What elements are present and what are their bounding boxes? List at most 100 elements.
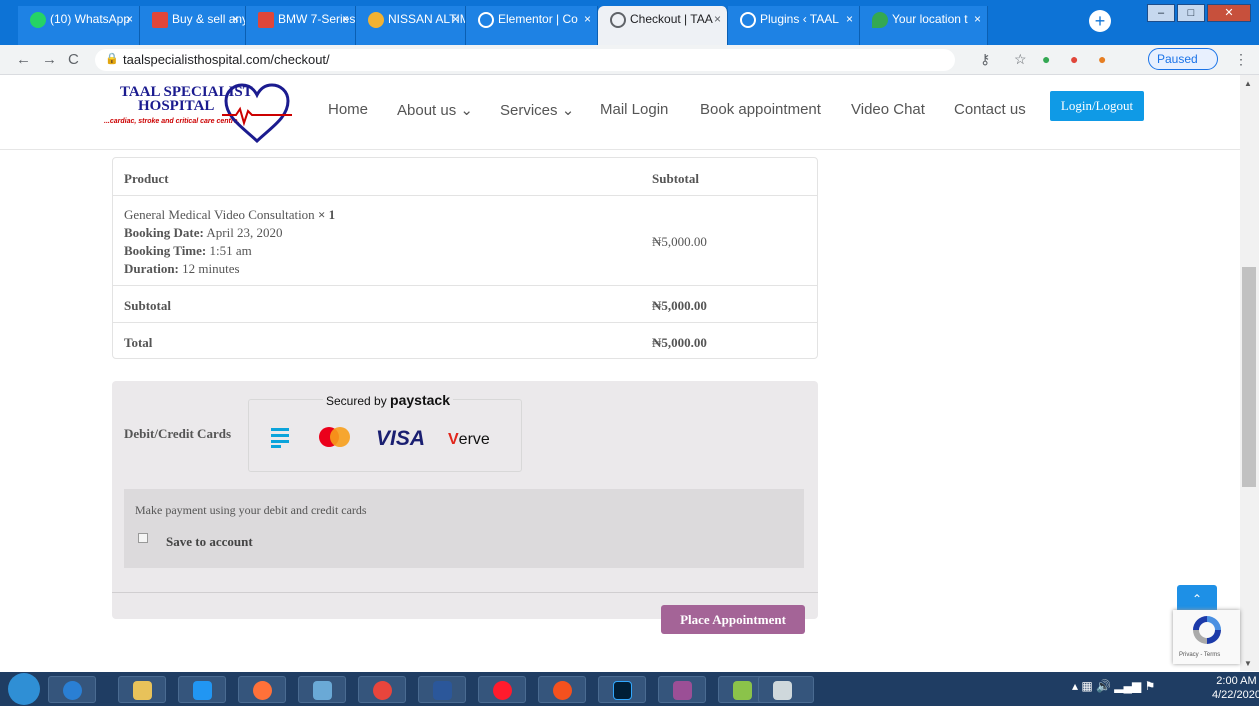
clock-date: 4/22/2020	[1212, 689, 1259, 701]
tab-close-icon[interactable]: ×	[584, 12, 591, 26]
tab-close-icon[interactable]: ×	[452, 12, 459, 26]
app-icon[interactable]	[538, 676, 586, 703]
globe-icon	[610, 12, 626, 28]
url-field[interactable]: 🔒 taalspecialisthospital.com/checkout/	[95, 49, 955, 71]
scroll-up-icon[interactable]: ▲	[1244, 79, 1252, 88]
nav-about-us[interactable]: About us ⌄	[397, 101, 473, 119]
login-logout-button[interactable]: Login/Logout	[1050, 91, 1144, 121]
star-icon[interactable]: ☆	[1014, 51, 1027, 68]
scrollbar-thumb[interactable]	[1242, 267, 1256, 487]
visa-icon: VISA	[376, 427, 426, 450]
photoshop-icon[interactable]	[598, 676, 646, 703]
flame-icon	[258, 12, 274, 28]
forward-button[interactable]: →	[42, 51, 57, 68]
nav-video-chat[interactable]: Video Chat	[851, 101, 925, 118]
tab-checkout[interactable]: Checkout | TAA ×	[598, 6, 728, 46]
tab-close-icon[interactable]: ×	[342, 12, 349, 26]
back-to-top-button[interactable]: ⌃	[1177, 585, 1217, 613]
menu-icon[interactable]: ⋮	[1234, 51, 1248, 68]
logo-tagline: ...cardiac, stroke and critical care cen…	[104, 118, 240, 125]
extension-icon[interactable]: ●	[1098, 51, 1106, 67]
extension-icon[interactable]: ●	[1070, 51, 1078, 67]
back-button[interactable]: ←	[16, 51, 31, 68]
reload-button[interactable]: C	[68, 51, 79, 68]
item-details: General Medical Video Consultation × 1 B…	[124, 206, 335, 278]
profile-paused-button[interactable]: Paused	[1148, 48, 1218, 70]
globe-icon	[478, 12, 494, 28]
table-row: General Medical Video Consultation × 1 B…	[113, 196, 817, 286]
lock-icon: 🔒	[105, 53, 119, 65]
address-bar: ← → C 🔒 taalspecialisthospital.com/check…	[0, 45, 1259, 75]
item-price: ₦5,000.00	[652, 234, 707, 249]
browser-tab-bar: (10) WhatsApp × Buy & sell any × BMW 7-S…	[0, 0, 1259, 51]
total-row: Total ₦5,000.00	[113, 323, 817, 359]
clock-time: 2:00 AM	[1216, 675, 1257, 687]
nav-contact-us[interactable]: Contact us	[954, 101, 1026, 118]
minimize-button[interactable]: –	[1147, 4, 1175, 22]
chrome-icon[interactable]	[358, 676, 406, 703]
payment-method-label[interactable]: Debit/Credit Cards	[124, 426, 231, 442]
nav-services[interactable]: Services ⌄	[500, 101, 574, 119]
tab-strip: (10) WhatsApp × Buy & sell any × BMW 7-S…	[18, 0, 988, 51]
site-header: TAAL SPECIALIST HOSPITAL ...cardiac, str…	[0, 75, 1240, 150]
tab-close-icon[interactable]: ×	[714, 12, 721, 26]
item-qty: × 1	[317, 207, 336, 222]
paystack-icon	[271, 428, 289, 448]
subtotal-row: Subtotal ₦5,000.00	[113, 286, 817, 323]
tab-close-icon[interactable]: ×	[846, 12, 853, 26]
nav-book-appointment[interactable]: Book appointment	[700, 101, 821, 118]
page-scrollbar[interactable]: ▲ ▼	[1240, 75, 1259, 671]
verve-icon: Verve	[448, 431, 490, 448]
media-player-icon[interactable]	[178, 676, 226, 703]
recaptcha-icon	[1193, 616, 1221, 644]
tab-close-icon[interactable]: ×	[126, 12, 133, 26]
save-to-account-checkbox[interactable]	[138, 533, 148, 543]
recaptcha-terms[interactable]: Privacy - Terms	[1179, 652, 1220, 658]
app-icon[interactable]	[298, 676, 346, 703]
bird-icon	[368, 12, 384, 28]
secured-by-paystack: Secured by paystack	[323, 392, 453, 408]
scroll-down-icon[interactable]: ▼	[1244, 659, 1252, 668]
app-icon[interactable]	[758, 676, 814, 703]
nav-mail-login[interactable]: Mail Login	[600, 101, 668, 118]
word-icon[interactable]	[418, 676, 466, 703]
app-icon[interactable]	[658, 676, 706, 703]
firefox-icon[interactable]	[238, 676, 286, 703]
subtotal-value: ₦5,000.00	[652, 298, 707, 313]
divider	[112, 592, 818, 593]
mastercard-icon	[319, 427, 350, 447]
logo-line-2: HOSPITAL	[138, 98, 215, 114]
total-label: Total	[124, 335, 153, 350]
windows-start-button[interactable]	[8, 673, 40, 705]
heart-icon	[222, 83, 292, 144]
url-text: taalspecialisthospital.com/checkout/	[123, 52, 330, 67]
close-window-button[interactable]: ✕	[1207, 4, 1251, 22]
taskbar-clock[interactable]: 2:00 AM 4/22/2020	[1212, 674, 1259, 702]
place-appointment-button[interactable]: Place Appointment	[661, 605, 805, 634]
nav-home[interactable]: Home	[328, 101, 368, 118]
maximize-button[interactable]: □	[1177, 4, 1205, 22]
globe-icon	[740, 12, 756, 28]
total-value: ₦5,000.00	[652, 335, 707, 350]
tab-close-icon[interactable]: ×	[974, 12, 981, 26]
hospital-logo[interactable]: TAAL SPECIALIST HOSPITAL ...cardiac, str…	[104, 83, 300, 144]
order-review-table: Product Subtotal General Medical Video C…	[112, 157, 818, 359]
key-icon[interactable]: ⚷	[980, 51, 990, 68]
opera-icon[interactable]	[478, 676, 526, 703]
booking-date: April 23, 2020	[206, 225, 283, 240]
file-explorer-icon[interactable]	[118, 676, 166, 703]
tab-close-icon[interactable]: ×	[232, 12, 239, 26]
chevron-down-icon: ⌄	[460, 102, 473, 119]
header-subtotal: Subtotal	[652, 171, 699, 186]
internet-explorer-icon[interactable]	[48, 676, 96, 703]
system-tray-icons[interactable]: ▴ ▦ 🔊 ▂▄▆ ⚑	[1072, 679, 1155, 693]
new-tab-button[interactable]: +	[1089, 10, 1111, 32]
payment-methods: Debit/Credit Cards Secured by paystack V…	[112, 381, 818, 619]
chevron-down-icon: ⌄	[561, 102, 575, 119]
recaptcha-badge[interactable]: Privacy - Terms	[1173, 610, 1240, 664]
save-to-account-label[interactable]: Save to account	[166, 534, 253, 550]
table-header-row: Product Subtotal	[113, 158, 817, 196]
grammarly-icon[interactable]: ●	[1042, 51, 1050, 67]
payment-description-box: Make payment using your debit and credit…	[124, 489, 804, 568]
booking-time-label: Booking Time:	[124, 243, 207, 258]
